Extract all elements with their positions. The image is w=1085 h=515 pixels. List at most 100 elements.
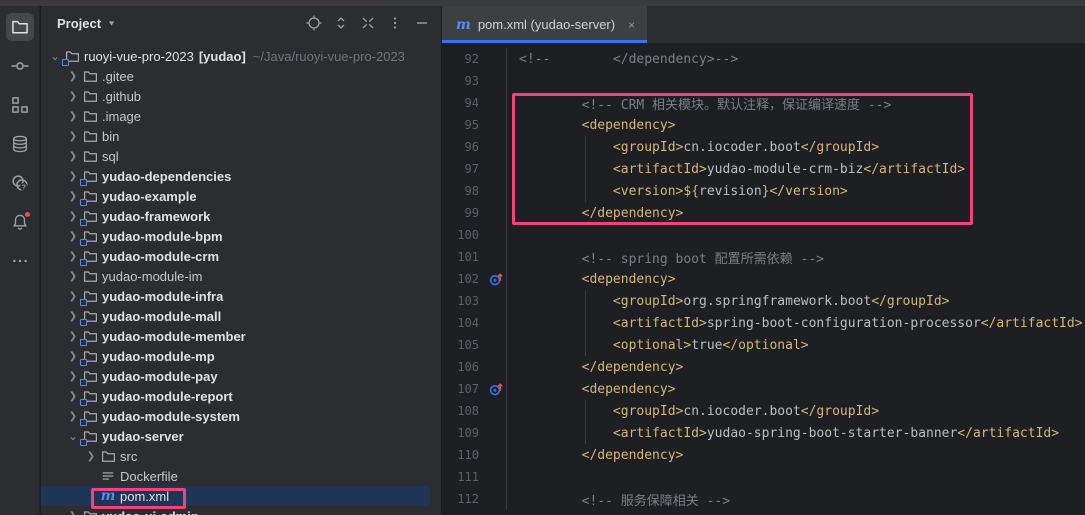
code-line-102[interactable]: 102 <dependency>: [442, 268, 1085, 290]
code-line-104[interactable]: 104 <artifactId>spring-boot-configuratio…: [442, 312, 1085, 334]
tree-item-label: yudao-module-system: [102, 409, 240, 424]
chevron-right-icon[interactable]: ❯: [65, 111, 81, 122]
collapse-all-icon[interactable]: [359, 14, 377, 32]
tree-row-yudao-dependencies[interactable]: ❯ yudao-dependencies: [41, 166, 441, 186]
tree-item-label: yudao-ui-admin: [102, 509, 199, 515]
project-panel-title[interactable]: Project: [57, 16, 101, 31]
code-line-94[interactable]: 94 <!-- CRM 相关模块。默认注释，保证编译速度 -->: [442, 92, 1085, 114]
tree-item-label: yudao-dependencies: [102, 169, 231, 184]
chevron-right-icon[interactable]: ❯: [83, 451, 99, 462]
code-line-92[interactable]: 92<!-- </dependency>-->: [442, 48, 1085, 70]
chevron-down-icon[interactable]: ⌄: [65, 429, 81, 443]
tree-row-yudao-module-mp[interactable]: ❯yudao-module-mp: [41, 346, 441, 366]
chevron-right-icon[interactable]: ❯: [65, 171, 81, 182]
code-line-105[interactable]: 105 <optional>true</optional>: [442, 334, 1085, 356]
code-line-108[interactable]: 108 <groupId>cn.iocoder.boot</groupId>: [442, 400, 1085, 422]
code-line-107[interactable]: 107 <dependency>: [442, 378, 1085, 400]
gutter-cell: 100: [442, 224, 507, 246]
tree-row-sql[interactable]: ❯sql: [41, 146, 441, 166]
tree-row-yudao-module-crm[interactable]: ❯yudao-module-crm: [41, 246, 441, 266]
tree-row--gitee[interactable]: ❯.gitee: [41, 66, 441, 86]
code-line-97[interactable]: 97 <artifactId>yudao-module-crm-biz</art…: [442, 158, 1085, 180]
module-folder-icon: [81, 168, 99, 184]
more-options-icon[interactable]: [386, 14, 404, 32]
expand-collapse-icon[interactable]: [332, 14, 350, 32]
tree-row-yudao-module-infra[interactable]: ❯yudao-module-infra: [41, 286, 441, 306]
code-line-101[interactable]: 101 <!-- spring boot 配置所需依赖 -->: [442, 246, 1085, 268]
code-line-110[interactable]: 110 </dependency>: [442, 444, 1085, 466]
tree-row-bin[interactable]: ❯bin: [41, 126, 441, 146]
locate-icon[interactable]: [305, 14, 323, 32]
tool-window-database-button[interactable]: [6, 130, 34, 158]
tree-row-yudao-module-report[interactable]: ❯yudao-module-report: [41, 386, 441, 406]
line-number: 110: [442, 448, 479, 462]
code-line-96[interactable]: 96 <groupId>cn.iocoder.boot</groupId>: [442, 136, 1085, 158]
tree-row-yudao-module-mall[interactable]: ❯yudao-module-mall: [41, 306, 441, 326]
chevron-right-icon[interactable]: ❯: [65, 371, 81, 382]
code-token: </groupId>: [871, 294, 949, 309]
dependency-update-icon[interactable]: [488, 381, 504, 397]
line-number: 100: [442, 228, 479, 242]
chevron-right-icon[interactable]: ❯: [65, 351, 81, 362]
chevron-right-icon[interactable]: ❯: [65, 251, 81, 262]
code-line-112[interactable]: 112 <!-- 服务保障相关 -->: [442, 488, 1085, 510]
tree-row-yudao-module-pay[interactable]: ❯yudao-module-pay: [41, 366, 441, 386]
module-folder-icon: [81, 288, 99, 304]
code-line-98[interactable]: 98 <version>${revision}</version>: [442, 180, 1085, 202]
chevron-right-icon[interactable]: ❯: [65, 311, 81, 322]
dependency-update-icon[interactable]: [488, 271, 504, 287]
line-number: 98: [442, 184, 479, 198]
tree-row-yudao-ui-admin[interactable]: ❯ yudao-ui-admin: [41, 506, 441, 515]
chevron-right-icon[interactable]: ❯: [65, 191, 81, 202]
code-line-99[interactable]: 99 </dependency>: [442, 202, 1085, 224]
code-line-text: <!-- spring boot 配置所需依赖 -->: [507, 248, 824, 267]
tree-row-ruoyi-vue-pro-2023[interactable]: ⌄ruoyi-vue-pro-2023[yudao]~/Java/ruoyi-v…: [41, 46, 441, 66]
tree-row-yudao-module-bpm[interactable]: ❯yudao-module-bpm: [41, 226, 441, 246]
tree-row-yudao-module-system[interactable]: ❯ yudao-module-system: [41, 406, 441, 426]
chevron-right-icon[interactable]: ❯: [65, 411, 81, 422]
tool-window-project-button[interactable]: [6, 13, 34, 41]
chevron-right-icon[interactable]: ❯: [65, 291, 81, 302]
chevron-right-icon[interactable]: ❯: [65, 91, 81, 102]
editor-tab-pom-xml[interactable]: m pom.xml (yudao-server) ×: [442, 6, 647, 43]
code-line-93[interactable]: 93: [442, 70, 1085, 92]
tree-row--image[interactable]: ❯.image: [41, 106, 441, 126]
tool-window-more-button[interactable]: [6, 247, 34, 275]
module-folder-icon: [81, 508, 99, 515]
tool-window-structure-button[interactable]: [6, 91, 34, 119]
chevron-right-icon[interactable]: ❯: [65, 151, 81, 162]
chevron-right-icon[interactable]: ❯: [65, 391, 81, 402]
tool-window-notifications-button[interactable]: [6, 208, 34, 236]
chevron-right-icon[interactable]: ❯: [65, 331, 81, 342]
tree-row-yudao-module-member[interactable]: ❯yudao-module-member: [41, 326, 441, 346]
chevron-right-icon[interactable]: ❯: [65, 271, 81, 282]
tree-row-src[interactable]: ❯src: [41, 446, 441, 466]
tree-row-dockerfile[interactable]: Dockerfile: [41, 466, 441, 486]
chevron-right-icon[interactable]: ❯: [65, 71, 81, 82]
hide-icon[interactable]: [413, 14, 431, 32]
folder-icon: [81, 68, 99, 84]
code-line-100[interactable]: 100: [442, 224, 1085, 246]
tree-item-label: yudao-example: [102, 189, 197, 204]
code-token: ${: [683, 184, 699, 199]
chevron-right-icon[interactable]: ❯: [65, 211, 81, 222]
code-line-111[interactable]: 111: [442, 466, 1085, 488]
tool-window-help-button[interactable]: ?: [6, 169, 34, 197]
chevron-right-icon[interactable]: ❯: [65, 511, 81, 515]
code-line-103[interactable]: 103 <groupId>org.springframework.boot</g…: [442, 290, 1085, 312]
tree-row-yudao-framework[interactable]: ❯yudao-framework: [41, 206, 441, 226]
chevron-down-icon[interactable]: ⌄: [47, 49, 63, 63]
tree-row-yudao-example[interactable]: ❯ yudao-example: [41, 186, 441, 206]
code-editor[interactable]: 92<!-- </dependency>-->9394 <!-- CRM 相关模…: [442, 43, 1085, 515]
tree-row--github[interactable]: ❯.github: [41, 86, 441, 106]
tool-window-commit-button[interactable]: [6, 52, 34, 80]
tree-row-yudao-server[interactable]: ⌄yudao-server: [41, 426, 441, 446]
chevron-right-icon[interactable]: ❯: [65, 231, 81, 242]
tree-row-yudao-module-im[interactable]: ❯yudao-module-im: [41, 266, 441, 286]
tree-row-pom-xml[interactable]: mpom.xml: [41, 486, 430, 506]
close-icon[interactable]: ×: [628, 18, 635, 32]
code-line-109[interactable]: 109 <artifactId>yudao-spring-boot-starte…: [442, 422, 1085, 444]
code-line-106[interactable]: 106 </dependency>: [442, 356, 1085, 378]
code-line-95[interactable]: 95 <dependency>: [442, 114, 1085, 136]
chevron-right-icon[interactable]: ❯: [65, 131, 81, 142]
